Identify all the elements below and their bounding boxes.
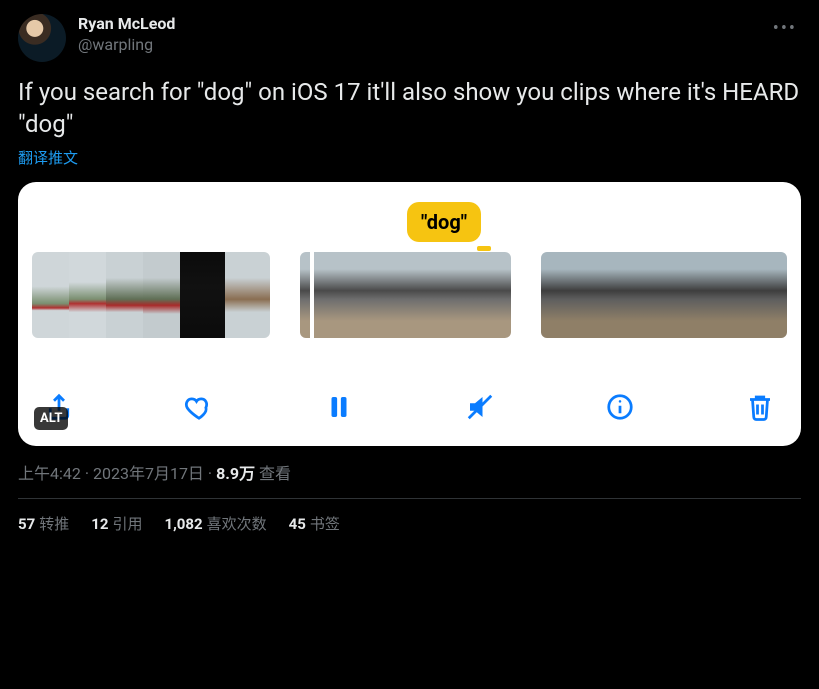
author-block[interactable]: Ryan McLeod @warpling (78, 14, 757, 54)
display-name: Ryan McLeod (78, 14, 757, 33)
trash-icon[interactable] (743, 390, 777, 424)
stats-line: 57转推 12引用 1,082喜欢次数 45书签 (18, 499, 801, 534)
view-count: 8.9万 (216, 464, 255, 483)
handle: @warpling (78, 35, 757, 54)
bookmark-stat[interactable]: 45书签 (289, 513, 340, 534)
alt-badge[interactable]: ALT (34, 407, 68, 430)
clip-strip[interactable] (32, 252, 270, 338)
pause-icon[interactable] (322, 390, 356, 424)
translate-link[interactable]: 翻译推文 (18, 147, 78, 168)
like-stat[interactable]: 1,082喜欢次数 (164, 513, 266, 534)
clip-strip[interactable] (300, 252, 511, 338)
media-card[interactable]: "dog" (18, 182, 801, 446)
playhead[interactable] (310, 252, 314, 338)
view-label: 查看 (255, 464, 291, 483)
quote-stat[interactable]: 12引用 (91, 513, 142, 534)
tweet-text: If you search for "dog" on iOS 17 it'll … (18, 76, 801, 141)
search-bubble: "dog" (407, 202, 481, 242)
more-icon[interactable]: ••• (769, 14, 801, 43)
meta-line: 上午4:42 · 2023年7月17日 · 8.9万 查看 (18, 460, 801, 499)
tweet-date[interactable]: 2023年7月17日 (93, 464, 204, 483)
avatar[interactable] (18, 14, 66, 62)
filmstrip: "dog" (32, 252, 787, 370)
media-toolbar (32, 370, 787, 432)
playhead-marker (477, 246, 491, 251)
heart-icon[interactable] (182, 390, 216, 424)
info-icon[interactable] (603, 390, 637, 424)
retweet-stat[interactable]: 57转推 (18, 513, 69, 534)
clip-strip[interactable] (541, 252, 787, 338)
tweet-container: Ryan McLeod @warpling ••• If you search … (0, 0, 819, 544)
tweet-header: Ryan McLeod @warpling ••• (18, 14, 801, 62)
mute-icon[interactable] (463, 390, 497, 424)
tweet-time[interactable]: 上午4:42 (18, 464, 81, 483)
